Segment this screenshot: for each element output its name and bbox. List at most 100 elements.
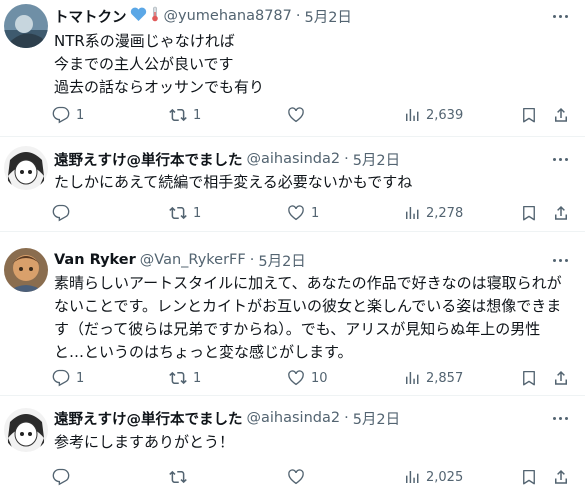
reply-button[interactable]: 1	[52, 367, 84, 389]
like-button[interactable]	[287, 466, 311, 488]
post-text: たしかにあえて続編で相手変える必要ないかもですね	[54, 171, 573, 194]
repost-count: 1	[193, 370, 202, 386]
post-text-line: ないことです。レンとカイトがお互いの彼女と楽しんでいる姿は想像できま	[54, 297, 562, 315]
reply-icon	[52, 204, 70, 222]
views-button[interactable]: 2,639	[404, 104, 463, 126]
avatar[interactable]	[4, 146, 48, 190]
like-button[interactable]	[287, 104, 311, 126]
views-button[interactable]: 2,278	[404, 202, 463, 224]
share-icon	[555, 469, 567, 484]
thermometer-icon	[150, 6, 160, 26]
repost-button[interactable]: 1	[169, 367, 201, 389]
action-bar: 2,025	[52, 466, 572, 488]
like-count: 1	[311, 205, 320, 221]
more-options-icon[interactable]	[549, 249, 571, 271]
more-options-icon[interactable]	[549, 407, 571, 429]
bookmark-icon	[523, 107, 535, 123]
repost-count: 1	[193, 205, 202, 221]
post[interactable]: トマトクン @yumehana8787 · 5月2日 NTR系の漫画じゃなければ…	[0, 0, 585, 136]
bookmark-icon	[523, 370, 535, 386]
post-date[interactable]: 5月2日	[353, 149, 400, 170]
reply-count: 1	[76, 370, 85, 386]
post-text-line: 素晴らしいアートスタイルに加えて、あなたの作品で好きなのは寝取られが	[54, 274, 562, 292]
display-name[interactable]: 遠野えすけ@単行本でました	[54, 408, 243, 429]
action-bar: 1 1 2,639	[52, 104, 572, 126]
view-count: 2,278	[426, 205, 464, 221]
reply-button[interactable]	[52, 202, 76, 224]
action-bar: 1 1 10 2,857	[52, 367, 572, 389]
bookmark-icon	[523, 205, 535, 221]
display-name[interactable]: トマトクン	[54, 6, 127, 27]
repost-icon	[169, 371, 187, 385]
post-text-line: たしかにあえて続編で相手変える必要ないかもですね	[54, 173, 413, 191]
blue-heart-icon	[130, 7, 147, 26]
post-date[interactable]: 5月2日	[258, 250, 305, 271]
views-icon	[406, 207, 419, 219]
repost-count: 1	[193, 107, 202, 123]
display-name[interactable]: Van Ryker	[54, 252, 136, 268]
post-header: Van Ryker @Van_RykerFF · 5月2日	[54, 250, 306, 270]
repost-icon	[169, 206, 187, 220]
handle[interactable]: @yumehana8787	[164, 8, 292, 24]
more-options-icon[interactable]	[549, 148, 571, 170]
post-text-line: NTR系の漫画じゃなければ	[54, 32, 235, 50]
bookmark-button[interactable]	[520, 104, 544, 126]
post-header: トマトクン @yumehana8787 · 5月2日	[54, 6, 352, 26]
share-button[interactable]	[552, 202, 576, 224]
views-icon	[406, 372, 419, 384]
views-button[interactable]: 2,025	[404, 466, 463, 488]
reply-button[interactable]	[52, 466, 76, 488]
view-count: 2,639	[426, 107, 464, 123]
avatar[interactable]	[4, 4, 48, 48]
dot-separator: ·	[344, 151, 349, 167]
post[interactable]: 遠野えすけ@単行本でました @aihasinda2 · 5月2日 たしかにあえて…	[0, 137, 585, 230]
more-options-icon[interactable]	[549, 5, 571, 27]
share-icon	[555, 205, 567, 220]
handle[interactable]: @aihasinda2	[247, 410, 341, 426]
avatar[interactable]	[4, 408, 48, 452]
post-header: 遠野えすけ@単行本でました @aihasinda2 · 5月2日	[54, 149, 400, 169]
bookmark-button[interactable]	[520, 202, 544, 224]
heart-icon	[288, 469, 304, 485]
action-bar: 1 1 2,278	[52, 202, 572, 224]
like-count: 10	[311, 370, 328, 386]
views-icon	[406, 471, 419, 483]
reply-thread: トマトクン @yumehana8787 · 5月2日 NTR系の漫画じゃなければ…	[0, 0, 585, 498]
like-button[interactable]: 10	[287, 367, 328, 389]
post-text-line: す（だって彼らは兄弟ですからね）。でも、アリスが見知らぬ年上の男性	[54, 320, 541, 338]
bookmark-button[interactable]	[520, 466, 544, 488]
reply-icon	[52, 106, 70, 124]
share-button[interactable]	[552, 466, 576, 488]
reply-count: 1	[76, 107, 85, 123]
views-button[interactable]: 2,857	[404, 367, 463, 389]
repost-button[interactable]: 1	[169, 202, 201, 224]
post-text: NTR系の漫画じゃなければ 今までの主人公が良いです 過去の話ならオッサンでも有…	[54, 30, 573, 99]
heart-icon	[288, 205, 304, 221]
post[interactable]: Van Ryker @Van_RykerFF · 5月2日 素晴らしいアートスタ…	[0, 232, 585, 395]
display-name[interactable]: 遠野えすけ@単行本でました	[54, 149, 243, 170]
avatar[interactable]	[4, 248, 48, 292]
handle[interactable]: @Van_RykerFF	[140, 252, 246, 268]
views-icon	[406, 109, 419, 121]
reply-icon	[52, 369, 70, 387]
view-count: 2,025	[426, 469, 464, 485]
post[interactable]: 遠野えすけ@単行本でました @aihasinda2 · 5月2日 参考にしますあ…	[0, 396, 585, 498]
post-date[interactable]: 5月2日	[304, 6, 351, 27]
repost-icon	[169, 470, 187, 484]
heart-icon	[288, 370, 304, 386]
like-button[interactable]: 1	[287, 202, 319, 224]
share-button[interactable]	[552, 104, 576, 126]
bookmark-button[interactable]	[520, 367, 544, 389]
reply-button[interactable]: 1	[52, 104, 84, 126]
share-button[interactable]	[552, 367, 576, 389]
repost-button[interactable]: 1	[169, 104, 201, 126]
view-count: 2,857	[426, 370, 464, 386]
heart-icon	[288, 107, 304, 123]
post-text: 素晴らしいアートスタイルに加えて、あなたの作品で好きなのは寝取られが ないことで…	[54, 272, 573, 364]
post-header: 遠野えすけ@単行本でました @aihasinda2 · 5月2日	[54, 408, 400, 428]
repost-button[interactable]	[169, 466, 193, 488]
handle[interactable]: @aihasinda2	[247, 151, 341, 167]
post-date[interactable]: 5月2日	[353, 408, 400, 429]
dot-separator: ·	[344, 410, 349, 426]
post-text: 参考にしますありがとう！	[54, 431, 573, 454]
